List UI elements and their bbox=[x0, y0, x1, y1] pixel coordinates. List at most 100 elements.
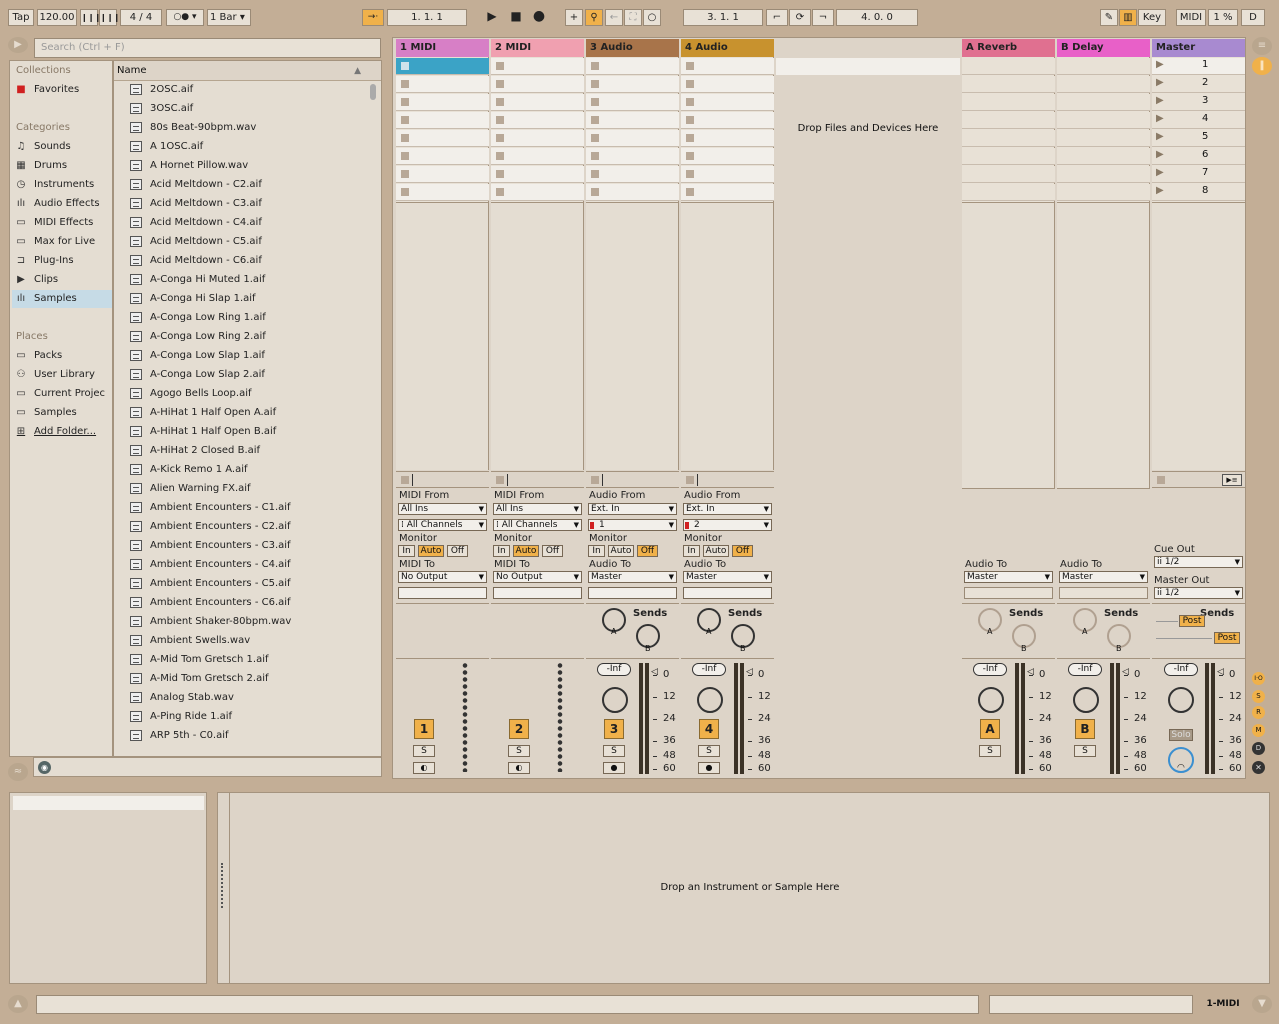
stop-all-clips-icon[interactable] bbox=[496, 476, 504, 484]
return-output-channel[interactable] bbox=[964, 587, 1053, 599]
track-header-2[interactable]: 2 MIDI bbox=[491, 39, 584, 57]
solo-button[interactable]: S bbox=[603, 745, 625, 757]
nudge-down-icon[interactable]: ❙❙❙ bbox=[80, 9, 101, 26]
input-channel-dropdown[interactable]: ⁞ All Channels bbox=[493, 519, 582, 531]
scene-launch-icon[interactable]: ▶ bbox=[1156, 77, 1164, 88]
clip-stop-icon[interactable] bbox=[686, 98, 694, 106]
input-channel-dropdown[interactable]: 1 bbox=[588, 519, 677, 531]
pan-knob[interactable] bbox=[1073, 687, 1099, 713]
solo-button[interactable]: S bbox=[413, 745, 435, 757]
file-row[interactable]: Acid Meltdown - C3.aif bbox=[130, 194, 262, 213]
file-row[interactable]: Acid Meltdown - C5.aif bbox=[130, 232, 262, 251]
clip-slot[interactable] bbox=[586, 94, 679, 111]
scrollbar-thumb[interactable] bbox=[370, 84, 376, 100]
clip-slot[interactable] bbox=[396, 58, 489, 75]
automation-arm-icon[interactable]: ⚲ bbox=[585, 9, 603, 26]
solo-button[interactable]: S bbox=[508, 745, 530, 757]
track-volume-field[interactable]: -Inf bbox=[692, 663, 726, 676]
input-channel-dropdown[interactable]: 2 bbox=[683, 519, 772, 531]
solo-button[interactable]: S bbox=[1074, 745, 1096, 757]
track-activator-button[interactable]: 3 bbox=[604, 719, 624, 739]
arm-button[interactable]: ◐ bbox=[413, 762, 435, 774]
monitor-auto-button[interactable]: Auto bbox=[703, 545, 729, 557]
play-icon[interactable]: ▶ bbox=[484, 9, 500, 26]
clip-slot[interactable] bbox=[396, 166, 489, 183]
file-row[interactable]: A-Mid Tom Gretsch 2.aif bbox=[130, 669, 269, 688]
clip-slot[interactable] bbox=[586, 58, 679, 75]
favorites-item[interactable]: ■ Favorites bbox=[14, 81, 110, 99]
overdub-icon[interactable]: + bbox=[565, 9, 583, 26]
clip-slot[interactable] bbox=[586, 130, 679, 147]
clip-slot[interactable] bbox=[586, 148, 679, 165]
song-position-field[interactable]: 1. 1. 1 bbox=[387, 9, 467, 26]
stop-all-clips-icon[interactable] bbox=[401, 476, 409, 484]
clip-slot[interactable] bbox=[396, 112, 489, 129]
file-row[interactable]: A-Kick Remo 1 A.aif bbox=[130, 460, 248, 479]
clip-stop-icon[interactable] bbox=[496, 152, 504, 160]
clip-slot[interactable] bbox=[681, 130, 774, 147]
master-volume-field[interactable]: -Inf bbox=[1164, 663, 1198, 676]
clip-stop-icon[interactable] bbox=[401, 80, 409, 88]
file-row[interactable]: A-Ping Ride 1.aif bbox=[130, 707, 232, 726]
output-type-dropdown[interactable]: Master bbox=[588, 571, 677, 583]
solo-button[interactable]: S bbox=[979, 745, 1001, 757]
session-view-icon[interactable]: ‖ bbox=[1252, 57, 1272, 75]
file-row[interactable]: Alien Warning FX.aif bbox=[130, 479, 251, 498]
track-header-1[interactable]: 1 MIDI bbox=[396, 39, 489, 57]
file-row[interactable]: Acid Meltdown - C4.aif bbox=[130, 213, 262, 232]
cue-out-dropdown[interactable]: ii 1/2 bbox=[1154, 556, 1243, 568]
clip-slot[interactable] bbox=[396, 148, 489, 165]
clip-slot[interactable] bbox=[681, 94, 774, 111]
clip-stop-icon[interactable] bbox=[401, 62, 409, 70]
scene-launch-icon[interactable]: ▶ bbox=[1156, 95, 1164, 106]
output-channel-dropdown[interactable] bbox=[398, 587, 487, 599]
monitor-auto-button[interactable]: Auto bbox=[608, 545, 634, 557]
monitor-off-button[interactable]: Off bbox=[637, 545, 658, 557]
arrangement-view-icon[interactable]: ≡ bbox=[1252, 37, 1272, 55]
return-activator-button[interactable]: B bbox=[1075, 719, 1095, 739]
file-row[interactable]: Acid Meltdown - C6.aif bbox=[130, 251, 262, 270]
sends-toggle-icon[interactable]: S bbox=[1252, 690, 1265, 703]
stop-icon[interactable]: ■ bbox=[508, 9, 524, 26]
capture-icon[interactable]: ⛶ bbox=[624, 9, 642, 26]
file-row[interactable]: A-Conga Low Ring 2.aif bbox=[130, 327, 266, 346]
file-row[interactable]: Ambient Shaker-80bpm.wav bbox=[130, 612, 291, 631]
add-folder-link[interactable]: ⊞ Add Folder... bbox=[14, 423, 110, 441]
clip-stop-icon[interactable] bbox=[686, 188, 694, 196]
clip-stop-icon[interactable] bbox=[401, 170, 409, 178]
file-row[interactable]: Ambient Encounters - C6.aif bbox=[130, 593, 291, 612]
clip-slot[interactable] bbox=[396, 76, 489, 93]
clip-stop-icon[interactable] bbox=[591, 188, 599, 196]
file-row[interactable]: Ambient Encounters - C4.aif bbox=[130, 555, 291, 574]
crossfader-toggle-icon[interactable]: ✕ bbox=[1252, 761, 1265, 774]
preview-headphone-icon[interactable]: ◉ bbox=[38, 761, 51, 774]
category-clips[interactable]: ▶ Clips bbox=[14, 271, 110, 289]
file-row[interactable]: A-Conga Low Slap 2.aif bbox=[130, 365, 265, 384]
scene-launch-icon[interactable]: ▶ bbox=[1156, 167, 1164, 178]
stop-all-clips-icon[interactable] bbox=[1157, 476, 1165, 484]
clip-stop-icon[interactable] bbox=[686, 116, 694, 124]
file-row[interactable]: Analog Stab.wav bbox=[130, 688, 234, 707]
category-instruments[interactable]: ◷ Instruments bbox=[14, 176, 110, 194]
return-header-a[interactable]: A Reverb bbox=[962, 39, 1055, 57]
file-row[interactable]: ARP 5th - C0.aif bbox=[130, 726, 229, 745]
output-type-dropdown[interactable]: Master bbox=[683, 571, 772, 583]
track-volume-field[interactable]: -Inf bbox=[597, 663, 631, 676]
file-row[interactable]: Ambient Encounters - C5.aif bbox=[130, 574, 291, 593]
device-chain-slot[interactable] bbox=[13, 796, 204, 810]
clip-stop-icon[interactable] bbox=[686, 152, 694, 160]
groove-pool-icon[interactable]: ≈ bbox=[8, 763, 28, 781]
stop-all-clips-icon[interactable] bbox=[591, 476, 599, 484]
pan-knob[interactable] bbox=[602, 687, 628, 713]
file-row[interactable]: Ambient Encounters - C2.aif bbox=[130, 517, 291, 536]
clip-slot[interactable] bbox=[491, 112, 584, 129]
solo-button[interactable]: S bbox=[698, 745, 720, 757]
track-activator-button[interactable]: 2 bbox=[509, 719, 529, 739]
file-row[interactable]: A-HiHat 1 Half Open B.aif bbox=[130, 422, 276, 441]
monitor-off-button[interactable]: Off bbox=[447, 545, 468, 557]
input-type-dropdown[interactable]: Ext. In bbox=[683, 503, 772, 515]
browser-toggle-icon[interactable]: ▶ bbox=[8, 37, 28, 53]
clip-slot[interactable] bbox=[491, 130, 584, 147]
returns-toggle-icon[interactable]: R bbox=[1252, 706, 1265, 719]
draw-mode-icon[interactable]: ✎ bbox=[1100, 9, 1118, 26]
